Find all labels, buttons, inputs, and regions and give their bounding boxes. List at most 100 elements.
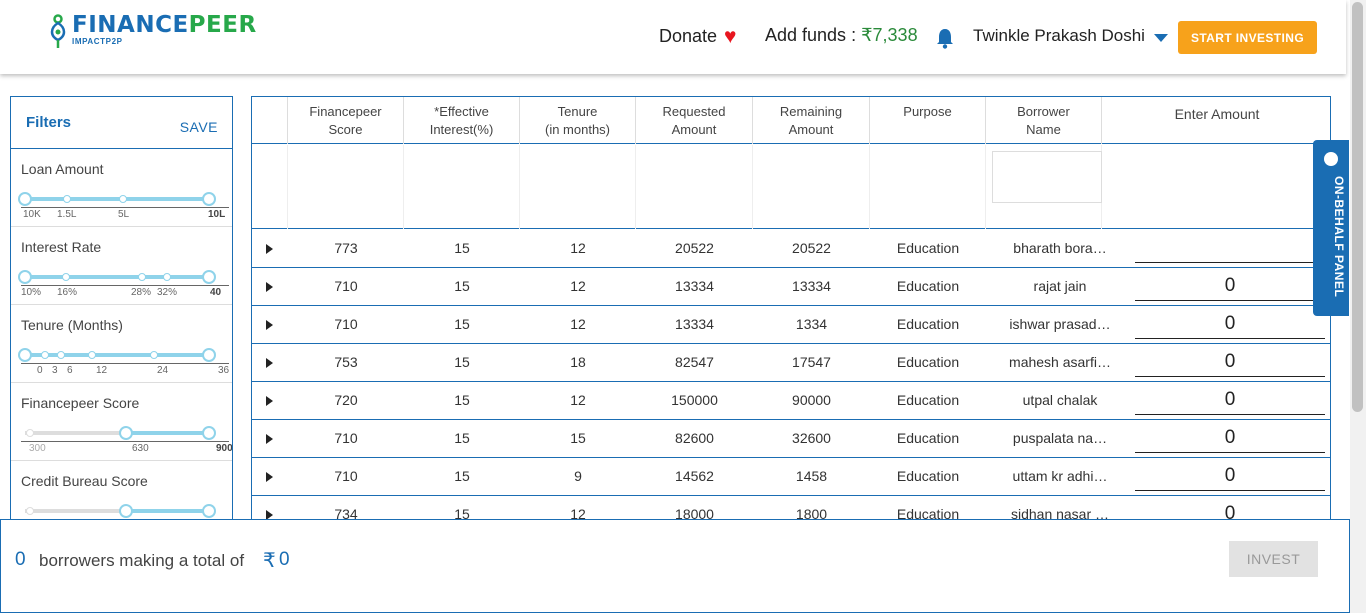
- slider-max-handle[interactable]: [202, 504, 216, 518]
- slider-step-dot[interactable]: [150, 351, 158, 359]
- slider-track[interactable]: [25, 197, 211, 201]
- slider-max-handle[interactable]: [202, 192, 216, 206]
- logo-wordmark: FINANCEPEER: [72, 12, 257, 38]
- table-row[interactable]: 710 15 12 13334 13334 Education rajat jain 0: [252, 268, 1330, 306]
- slider-track[interactable]: [25, 275, 211, 279]
- cell-remaining: 20522: [792, 240, 831, 256]
- expand-row-icon[interactable]: [266, 244, 273, 254]
- tick-label: 900: [216, 443, 233, 454]
- header-remaining-amount[interactable]: Remaining Amount: [753, 97, 870, 144]
- amount-input[interactable]: 0: [1135, 347, 1325, 377]
- header-purpose[interactable]: Purpose: [870, 97, 986, 144]
- header-financepeer-score[interactable]: Financepeer Score: [288, 97, 404, 144]
- cell-remaining: 13334: [792, 278, 831, 294]
- expand-row-icon[interactable]: [266, 358, 273, 368]
- expand-row-icon[interactable]: [266, 472, 273, 482]
- filter-cell: [870, 145, 986, 229]
- logo-mark-icon: [50, 14, 66, 48]
- slider-max-handle[interactable]: [202, 426, 216, 440]
- table-row[interactable]: 773 15 12 20522 20522 Education bharath bora…: [252, 230, 1330, 268]
- slider-max-handle[interactable]: [202, 348, 216, 362]
- on-behalf-panel-tab[interactable]: ON-BEHALF PANEL: [1313, 140, 1349, 316]
- slider-step-dot[interactable]: [26, 429, 34, 437]
- slider-step-dot[interactable]: [26, 507, 34, 515]
- amount-input[interactable]: 0: [1135, 461, 1325, 491]
- chevron-down-icon: [1153, 33, 1168, 42]
- slider-min-handle[interactable]: [18, 270, 32, 284]
- slider-step-dot[interactable]: [41, 351, 49, 359]
- filter-cell: [520, 145, 636, 229]
- cell-borrower: utpal chalak: [1022, 392, 1098, 408]
- slider-step-dot[interactable]: [163, 273, 171, 281]
- cell-purpose: Education: [896, 240, 960, 256]
- save-filters-button[interactable]: SAVE: [180, 119, 218, 135]
- cell-remaining: 17547: [792, 354, 831, 370]
- slider-min-handle[interactable]: [18, 348, 32, 362]
- slider-step-dot[interactable]: [57, 351, 65, 359]
- table-row[interactable]: 753 15 18 82547 17547 Education mahesh asarfi……: [252, 344, 1330, 382]
- expand-row-icon[interactable]: [266, 434, 273, 444]
- bell-icon[interactable]: [935, 27, 955, 49]
- user-menu[interactable]: Twinkle Prakash Doshi: [973, 26, 1168, 46]
- table-row[interactable]: 710 15 15 82600 32600 Education puspalata na… 0: [252, 420, 1330, 458]
- scrollbar-thumb[interactable]: [1352, 2, 1363, 412]
- slider-min-handle[interactable]: [119, 504, 133, 518]
- tick-label: 10L: [208, 209, 226, 220]
- cell-borrower: ishwar prasad…: [1009, 316, 1111, 332]
- table-row[interactable]: 710 15 9 14562 1458 Education uttam kr adhi… 0: [252, 458, 1330, 496]
- slider-step-dot[interactable]: [63, 195, 71, 203]
- table-row[interactable]: 720 15 12 150000 90000 Education utpal chalak 0: [252, 382, 1330, 420]
- tick-label: 300: [29, 443, 46, 454]
- cell-tenure: 12: [570, 278, 586, 294]
- slider-min-handle[interactable]: [18, 192, 32, 206]
- add-funds-link[interactable]: Add funds : ₹7,338: [765, 25, 918, 46]
- filter-label: Interest Rate: [21, 239, 102, 255]
- tick-label: 36: [218, 365, 230, 376]
- amount-input[interactable]: 0: [1135, 309, 1325, 339]
- cell-requested: 13334: [675, 316, 714, 332]
- slider-max-handle[interactable]: [202, 270, 216, 284]
- filter-loan-amount: Loan Amount 10K 1.5L 5L 10L: [11, 149, 232, 227]
- cell-requested: 20522: [675, 240, 714, 256]
- start-investing-button[interactable]: START INVESTING: [1178, 21, 1317, 54]
- cell-requested: 82600: [675, 430, 714, 446]
- header-requested-amount[interactable]: Requested Amount: [636, 97, 753, 144]
- table-row[interactable]: 710 15 12 13334 1334 Education ishwar prasad… 0: [252, 306, 1330, 344]
- expand-row-icon[interactable]: [266, 320, 273, 330]
- expand-row-icon[interactable]: [266, 282, 273, 292]
- slider-step-dot[interactable]: [119, 195, 127, 203]
- cell-remaining: 1458: [795, 468, 828, 484]
- donate-link[interactable]: Donate ♥: [659, 26, 737, 47]
- summary-text: borrowers making a total of: [39, 551, 245, 570]
- rupee-icon: ₹: [263, 550, 276, 572]
- invest-button[interactable]: INVEST: [1229, 541, 1318, 577]
- financepeer-logo[interactable]: FINANCEPEER IMPACTP2P: [48, 12, 257, 50]
- borrower-name-search-input[interactable]: [992, 151, 1102, 203]
- slider-step-dot[interactable]: [88, 351, 96, 359]
- cell-tenure: 12: [570, 316, 586, 332]
- cell-score: 710: [334, 278, 358, 294]
- amount-input[interactable]: 0: [1135, 385, 1325, 415]
- amount-input[interactable]: 0: [1135, 271, 1325, 301]
- slider-step-dot[interactable]: [138, 273, 146, 281]
- filter-label: Credit Bureau Score: [21, 473, 148, 489]
- slider-ticks: 10% 16% 28% 32% 40: [21, 285, 229, 299]
- slider-min-handle[interactable]: [119, 426, 133, 440]
- header-tenure[interactable]: Tenure (in months): [520, 97, 636, 144]
- slider-track[interactable]: [25, 353, 211, 357]
- amount-input[interactable]: [1135, 233, 1325, 263]
- cell-borrower: puspalata na…: [1012, 430, 1108, 446]
- slider-step-dot[interactable]: [62, 273, 70, 281]
- header-borrower-name[interactable]: Borrower Name: [986, 97, 1102, 144]
- filter-label: Financepeer Score: [21, 395, 140, 411]
- header-effective-interest[interactable]: *Effective Interest(%): [404, 97, 520, 144]
- cell-interest: 15: [454, 430, 470, 446]
- cell-interest: 15: [454, 392, 470, 408]
- tick-label: 10%: [21, 287, 42, 298]
- filters-title: Filters: [26, 114, 72, 131]
- slider-ticks: 10K 1.5L 5L 10L: [21, 207, 229, 221]
- cell-tenure: 15: [570, 430, 586, 446]
- amount-input[interactable]: 0: [1135, 423, 1325, 453]
- expand-row-icon[interactable]: [266, 396, 273, 406]
- cell-score: 753: [334, 354, 358, 370]
